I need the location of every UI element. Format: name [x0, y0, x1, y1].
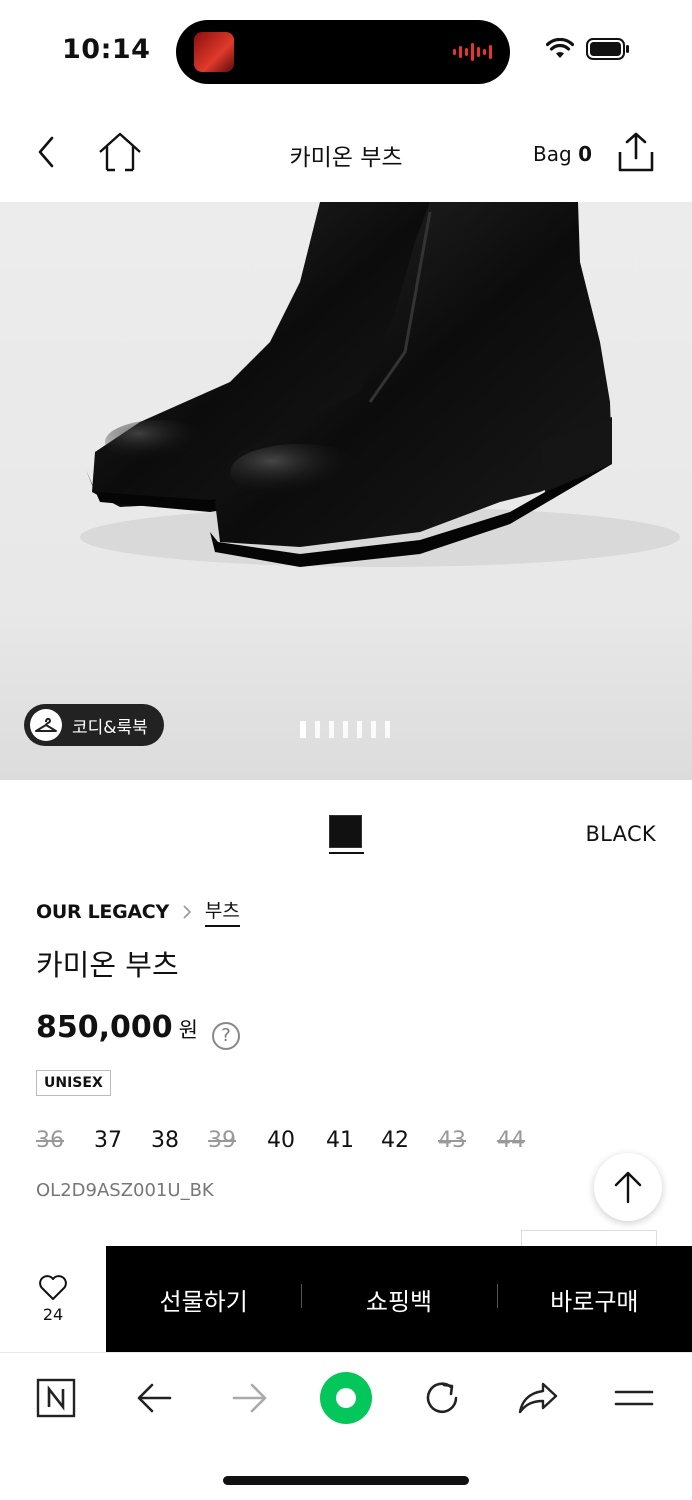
like-button[interactable]: 24: [0, 1246, 106, 1352]
product-name: 카미온 부츠: [36, 948, 179, 982]
currency: 원: [178, 1018, 198, 1042]
menu-icon[interactable]: [604, 1371, 664, 1425]
heart-icon: [39, 1274, 67, 1300]
app-header: 카미온 부츠 Bag 0: [0, 100, 692, 202]
size-option-42[interactable]: 42: [381, 1128, 409, 1153]
slide-dot: [315, 721, 320, 738]
color-swatch-fill: [329, 815, 362, 848]
price: 850,000: [36, 1010, 173, 1045]
dynamic-island[interactable]: [176, 20, 510, 84]
back-arrow-icon[interactable]: [124, 1371, 184, 1425]
price-help-icon[interactable]: ?: [211, 1021, 240, 1050]
color-swatch-selected-underline: [329, 852, 364, 854]
size-option-40[interactable]: 40: [267, 1128, 295, 1153]
slide-dot: [357, 721, 362, 738]
slide-dot: [371, 721, 376, 738]
purchase-action-bar: 24 선물하기 쇼핑백 바로구매: [0, 1246, 692, 1352]
product-image-gallery[interactable]: 코디&룩북: [0, 202, 692, 780]
battery-icon: [586, 38, 629, 60]
arrow-up-icon: [614, 1171, 642, 1204]
slide-dot: [300, 721, 306, 738]
now-playing-artwork: [194, 32, 234, 72]
gift-button[interactable]: 선물하기: [106, 1282, 301, 1317]
buy-now-button[interactable]: 바로구매: [496, 1282, 692, 1317]
hanger-icon: [30, 709, 62, 741]
clock: 10:14: [62, 34, 151, 65]
status-icons: [546, 38, 630, 60]
size-option-38[interactable]: 38: [151, 1128, 179, 1153]
size-option-44: 44: [497, 1128, 525, 1153]
size-option-41[interactable]: 41: [326, 1128, 354, 1153]
reload-icon[interactable]: [412, 1371, 472, 1425]
breadcrumb: OUR LEGACY 부츠: [36, 896, 240, 927]
bag-label: Bag: [533, 142, 572, 166]
slide-indicator: [300, 721, 390, 738]
slide-dot: [385, 721, 390, 738]
like-count: 24: [42, 1304, 64, 1324]
add-to-cart-button[interactable]: 쇼핑백: [301, 1282, 496, 1317]
buy-buttons: 선물하기 쇼핑백 바로구매: [106, 1246, 692, 1352]
bag-count: 0: [578, 142, 592, 166]
hidden-panel-edge: [521, 1230, 657, 1246]
forward-arrow-icon: [220, 1371, 280, 1425]
wifi-icon: [546, 38, 574, 58]
codi-lookbook-label: 코디&룩북: [72, 717, 148, 738]
audio-waveform-icon: [453, 42, 492, 62]
naver-home-icon[interactable]: [26, 1371, 86, 1425]
color-swatch-black[interactable]: [329, 815, 364, 855]
home-indicator: [223, 1476, 469, 1485]
green-dot-icon[interactable]: [316, 1371, 376, 1425]
size-option-43: 43: [438, 1128, 466, 1153]
brand-link[interactable]: OUR LEGACY: [36, 901, 169, 923]
size-option-36: 36: [36, 1128, 64, 1153]
bag-button[interactable]: Bag 0: [533, 142, 592, 166]
status-bar: 10:14: [0, 0, 692, 100]
category-link[interactable]: 부츠: [204, 896, 240, 927]
chevron-right-icon: [183, 904, 192, 919]
price-row: 850,000 원 ?: [36, 1010, 240, 1050]
codi-lookbook-button[interactable]: 코디&룩북: [24, 704, 164, 746]
slide-dot: [329, 721, 334, 738]
slide-dot: [343, 721, 348, 738]
product-sku: OL2D9ASZ001U_BK: [36, 1180, 214, 1201]
scroll-to-top-button[interactable]: [594, 1153, 662, 1221]
size-option-39: 39: [208, 1128, 236, 1153]
boots-photo: [80, 202, 680, 567]
share-icon[interactable]: [508, 1371, 568, 1425]
color-name: BLACK: [585, 822, 656, 846]
size-option-37[interactable]: 37: [94, 1128, 122, 1153]
gender-tag: UNISEX: [36, 1070, 111, 1096]
share-icon[interactable]: [616, 130, 656, 174]
